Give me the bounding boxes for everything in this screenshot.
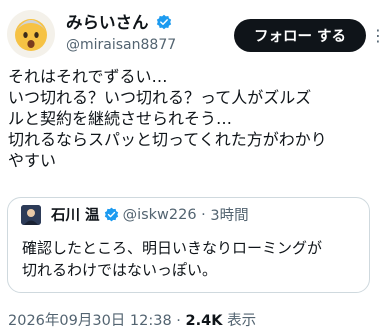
quote-header: 石川 温 @iskw226 · 3時間 — [51, 204, 249, 225]
verified-badge-icon — [104, 207, 118, 222]
verified-badge-icon — [157, 14, 172, 30]
quote-handle: @iskw226 — [122, 206, 197, 223]
author-handle[interactable]: @miraisan8877 — [66, 37, 176, 53]
views-label: 表示 — [227, 313, 257, 329]
views-count: 2.4K — [185, 313, 223, 329]
tweet-text: それはそれでずるい… いつ切れる？いつ切れる？って人がズルズ ルと契約を継続させ… — [8, 67, 327, 170]
tweet-footer: 2026年09月30日 12:38 · 2.4K 表示 — [8, 309, 256, 330]
author-name[interactable]: みらいさん — [66, 9, 172, 33]
quoted-tweet-card[interactable]: 石川 温 @iskw226 · 3時間 確認したところ、明日いきなりローミングが… — [7, 197, 370, 293]
follow-button[interactable]: フォロー する — [234, 19, 366, 52]
quote-avatar — [21, 205, 41, 225]
avatar[interactable] — [7, 10, 55, 58]
person-avatar-icon — [21, 205, 41, 225]
shocked-face-avatar-icon — [15, 19, 47, 51]
quote-author-name: 石川 温 — [51, 208, 100, 224]
footer-separator: · — [171, 313, 186, 329]
quote-time: 3時間 — [210, 208, 249, 224]
tweet-timestamp[interactable]: 2026年09月30日 12:38 — [8, 313, 172, 329]
quote-separator: · — [196, 206, 211, 223]
more-icon[interactable]: ⋮ — [370, 21, 380, 51]
quote-text: 確認したところ、明日いきなりローミングが 切れるわけではないっぽい。 — [22, 239, 323, 279]
